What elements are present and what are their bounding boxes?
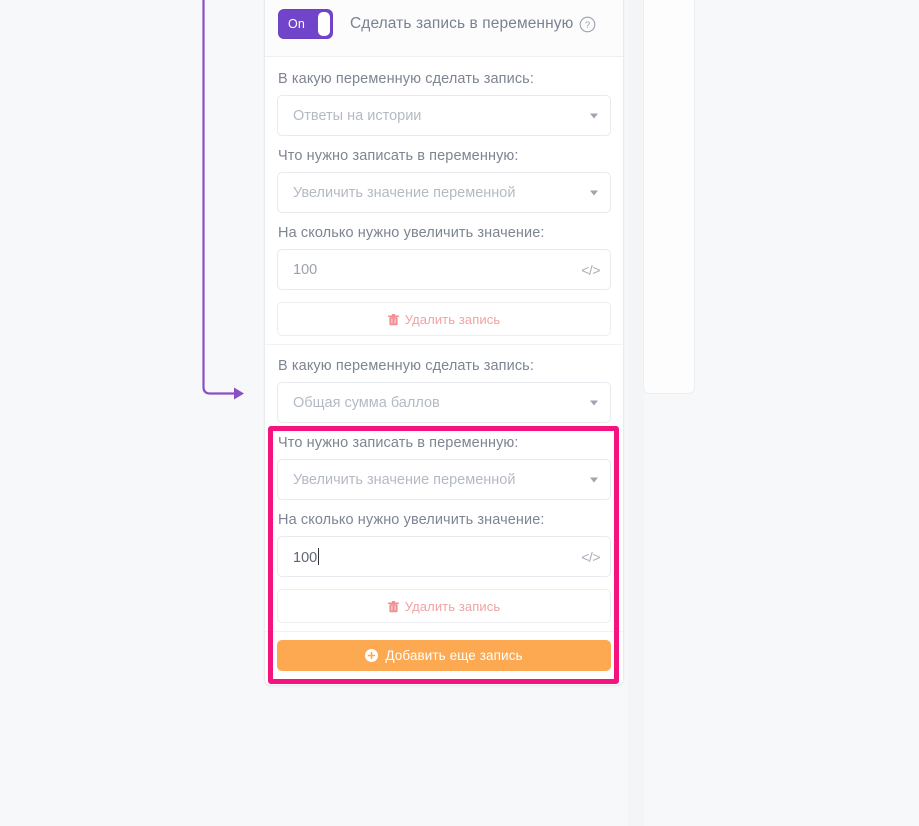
action-select[interactable]: Увеличить значение переменной bbox=[277, 172, 611, 213]
action-field: Что нужно записать в переменную: Увеличи… bbox=[277, 148, 611, 213]
amount-input[interactable]: 100 </> bbox=[277, 536, 611, 577]
svg-text:?: ? bbox=[585, 20, 590, 31]
record-group: В какую переменную сделать запись: Ответ… bbox=[265, 57, 623, 344]
add-record-button[interactable]: Добавить еще запись bbox=[277, 640, 611, 671]
chevron-down-icon bbox=[590, 477, 598, 482]
text-caret bbox=[318, 547, 320, 565]
variable-write-node-card[interactable]: On Сделать запись в переменную ? В какую… bbox=[264, 0, 624, 686]
action-select[interactable]: Увеличить значение переменной bbox=[277, 459, 611, 500]
code-brackets-icon[interactable]: </> bbox=[581, 549, 600, 565]
variable-select[interactable]: Общая сумма баллов bbox=[277, 382, 611, 423]
variable-field: В какую переменную сделать запись: Ответ… bbox=[277, 71, 611, 136]
chevron-down-icon bbox=[590, 113, 598, 118]
add-record-label: Добавить еще запись bbox=[385, 648, 523, 663]
question-circle-icon[interactable]: ? bbox=[579, 16, 596, 33]
amount-field: На сколько нужно увеличить значение: 100… bbox=[277, 225, 611, 290]
action-select-value: Увеличить значение переменной bbox=[293, 184, 516, 201]
variable-select-value: Общая сумма баллов bbox=[293, 394, 440, 411]
node-title: Сделать запись в переменную bbox=[350, 15, 574, 32]
record-group: В какую переменную сделать запись: Общая… bbox=[265, 344, 623, 631]
code-brackets-icon[interactable]: </> bbox=[581, 262, 600, 278]
action-field-label: Что нужно записать в переменную: bbox=[278, 435, 519, 451]
variable-field-label: В какую переменную сделать запись: bbox=[278, 358, 534, 374]
plus-circle-icon bbox=[365, 649, 379, 662]
adjacent-node-card[interactable] bbox=[643, 0, 695, 394]
background-strip bbox=[628, 0, 644, 826]
delete-record-label: Удалить запись bbox=[404, 598, 501, 614]
node-header: On Сделать запись в переменную ? bbox=[265, 0, 623, 57]
flow-canvas: On Сделать запись в переменную ? В какую… bbox=[0, 0, 919, 826]
delete-record-label: Удалить запись bbox=[404, 311, 501, 327]
chevron-down-icon bbox=[590, 400, 598, 405]
variable-select-value: Ответы на истории bbox=[293, 107, 422, 124]
amount-field: На сколько нужно увеличить значение: 100… bbox=[277, 512, 611, 577]
delete-record-button[interactable]: Удалить запись bbox=[277, 302, 611, 336]
trash-icon bbox=[387, 600, 399, 613]
amount-field-label: На сколько нужно увеличить значение: bbox=[278, 225, 545, 241]
action-field: Что нужно записать в переменную: Увеличи… bbox=[277, 435, 611, 500]
toggle-state-label: On bbox=[288, 17, 306, 31]
action-field-label: Что нужно записать в переменную: bbox=[278, 148, 519, 164]
trash-icon bbox=[387, 313, 399, 326]
node-footer: Добавить еще запись bbox=[265, 631, 623, 685]
variable-field: В какую переменную сделать запись: Общая… bbox=[277, 358, 611, 423]
variable-select[interactable]: Ответы на истории bbox=[277, 95, 611, 136]
action-select-value: Увеличить значение переменной bbox=[293, 471, 516, 488]
amount-input-value: 100 bbox=[293, 261, 318, 278]
toggle-knob bbox=[318, 12, 330, 36]
variable-field-label: В какую переменную сделать запись: bbox=[278, 71, 534, 87]
amount-input[interactable]: 100 </> bbox=[277, 249, 611, 290]
node-body: В какую переменную сделать запись: Ответ… bbox=[265, 57, 623, 631]
node-enable-toggle[interactable]: On bbox=[278, 9, 333, 39]
chevron-down-icon bbox=[590, 190, 598, 195]
delete-record-button[interactable]: Удалить запись bbox=[277, 589, 611, 623]
amount-field-label: На сколько нужно увеличить значение: bbox=[278, 512, 545, 528]
amount-input-value: 100 bbox=[293, 547, 320, 566]
amount-input-text: 100 bbox=[293, 549, 318, 566]
